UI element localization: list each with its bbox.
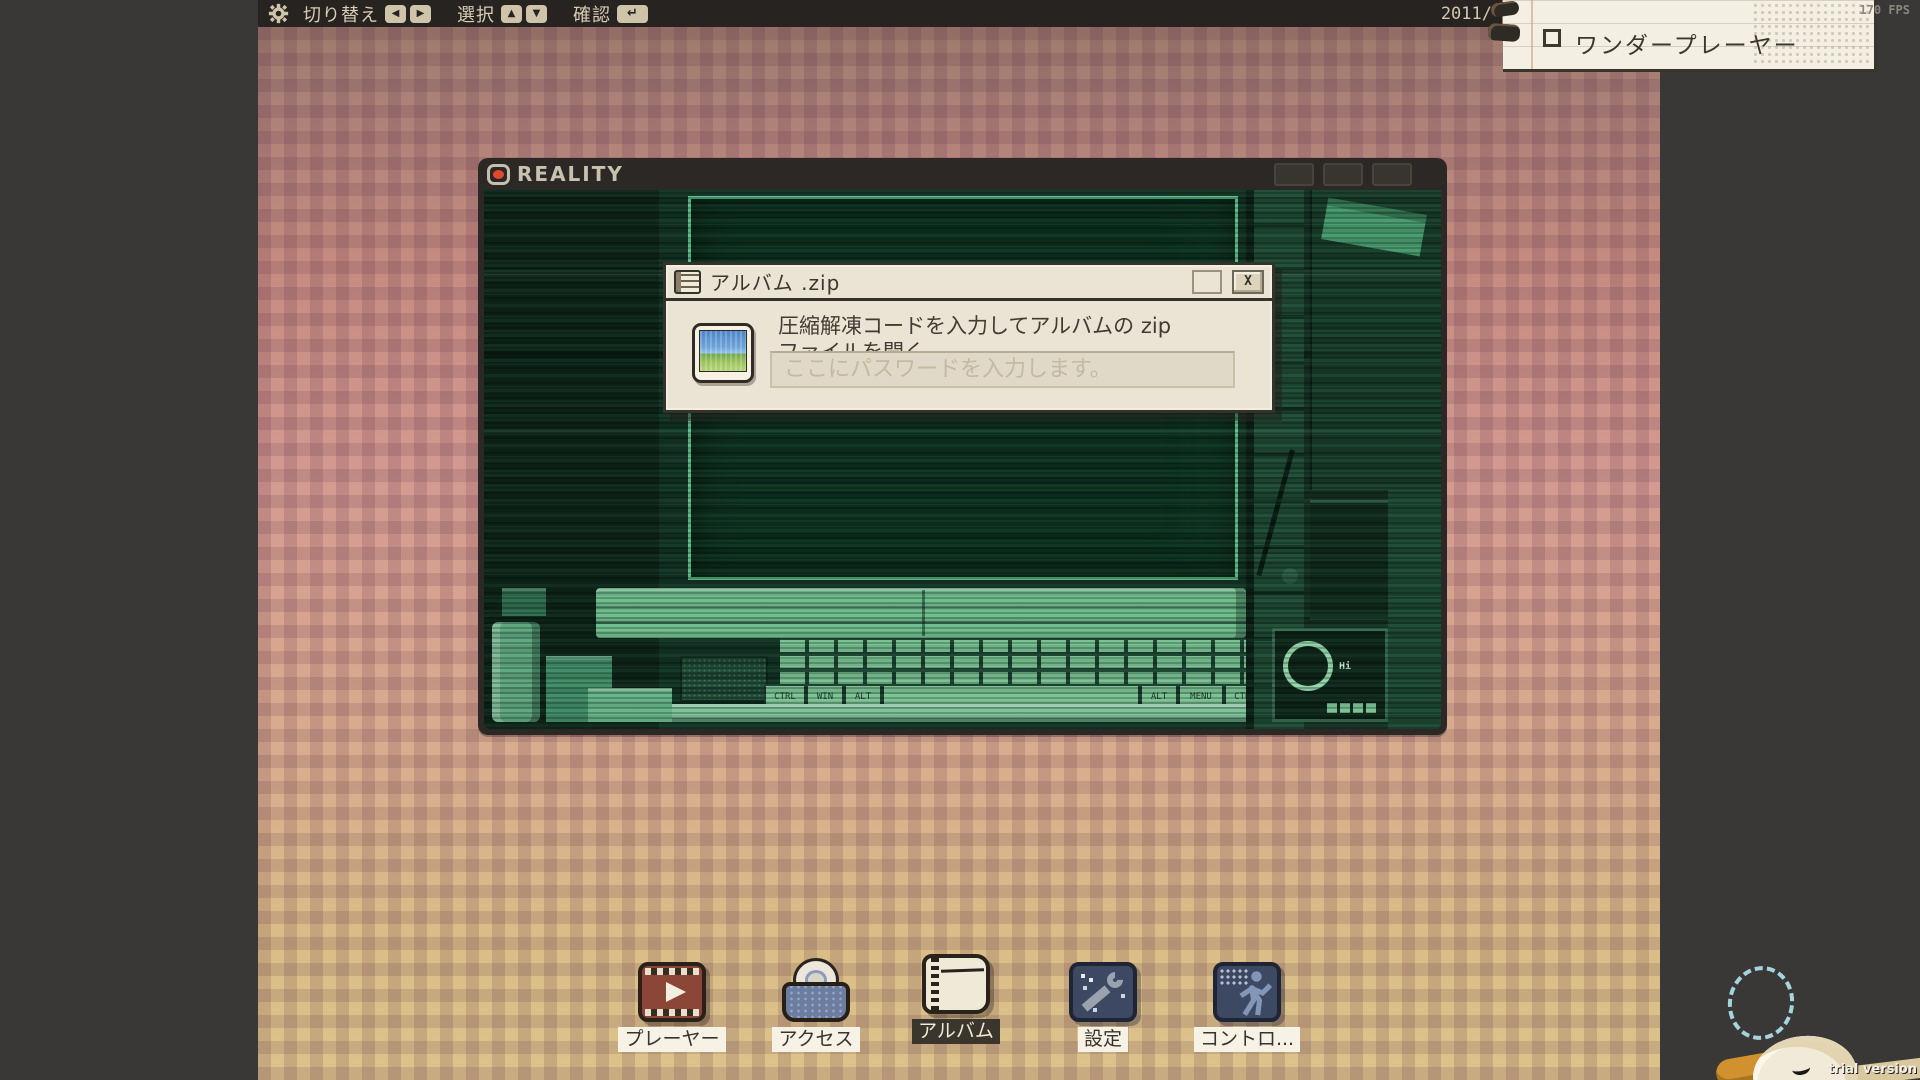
reality-window: REALITY CTRL WIN ALT (478, 158, 1447, 735)
device-label: Hi (1339, 661, 1351, 672)
picture-file-icon (692, 323, 754, 383)
icon-label-player: プレーヤー (618, 1027, 725, 1052)
date-text: 2011/ (1441, 4, 1492, 24)
keyboard (780, 638, 1250, 684)
cd-disc-icon (1283, 641, 1333, 691)
wonder-player-checkbox[interactable] (1543, 29, 1561, 47)
cylinder-speaker (492, 622, 540, 722)
desktop-icon-control[interactable]: コントロ... (1172, 962, 1322, 1052)
desktop-icon-player[interactable]: プレーヤー (597, 962, 747, 1052)
device-button (1340, 703, 1350, 713)
equipment-box (588, 688, 672, 722)
icon-label-settings: 設定 (1078, 1027, 1128, 1052)
runner-glyph (1237, 968, 1273, 1018)
enter-key-button[interactable]: ↵ (617, 5, 648, 23)
right-arrow-button[interactable]: ▶ (410, 5, 431, 23)
sparkle-dots (1081, 974, 1085, 978)
monitor-base-divider (922, 590, 925, 636)
dialog-titlebar[interactable]: アルバム .zip X (666, 265, 1272, 301)
left-arrow-button[interactable]: ◀ (385, 5, 406, 23)
wonder-player-label[interactable]: ワンダープレーヤー (1575, 26, 1799, 60)
device-button (1366, 703, 1376, 713)
wonder-player-panel: ワンダープレーヤー (1503, 0, 1877, 72)
trial-version-watermark: trial version (1828, 1062, 1917, 1077)
wrench-settings-icon (1069, 962, 1137, 1022)
bag-icon (782, 982, 850, 1022)
device-button (1327, 703, 1337, 713)
lamp-head (1282, 568, 1298, 584)
album-book-icon (922, 954, 990, 1014)
menu-switch-label: 切り替え (303, 1, 379, 27)
dialog-blank-button[interactable] (1192, 270, 1222, 294)
reality-titlebar[interactable]: REALITY (478, 158, 1447, 190)
reality-title: REALITY (517, 162, 624, 186)
glitch-line (484, 430, 1441, 433)
disc-bag-icon (782, 962, 850, 1022)
icon-label-album: アルバム (912, 1019, 1000, 1044)
floppy-box (502, 588, 546, 616)
glitch-line (688, 520, 1238, 524)
window-buttons (1274, 163, 1412, 186)
dialog-close-button[interactable]: X (1232, 270, 1264, 294)
film-player-icon (638, 962, 706, 1022)
device-button (1353, 703, 1363, 713)
trackpad (680, 656, 768, 702)
window-button-3[interactable] (1372, 163, 1412, 186)
icon-label-control: コントロ... (1194, 1027, 1300, 1052)
record-icon (487, 164, 510, 185)
running-person-icon (1213, 962, 1281, 1022)
dialog-body: 圧縮解凍コードを入力してアルバムの zip ファイルを開く (666, 301, 1272, 410)
menu-bar: 切り替え ◀ ▶ 選択 ▲ ▼ 確認 ↵ 2011/ (258, 0, 1502, 27)
gear-icon[interactable] (268, 3, 289, 24)
desktop-icon-album[interactable]: アルバム (881, 954, 1031, 1044)
window-button-2[interactable] (1323, 163, 1363, 186)
desktop-icon-access[interactable]: アクセス (741, 962, 891, 1052)
landscape-thumbnail (699, 330, 747, 372)
shelf-column-right (1388, 490, 1441, 729)
device-buttons (1327, 703, 1376, 713)
zip-file-icon (674, 270, 701, 294)
game-screen: 切り替え ◀ ▶ 選択 ▲ ▼ 確認 ↵ 2011/ REALITY (0, 0, 1920, 1080)
window-button-1[interactable] (1274, 163, 1314, 186)
fps-counter: 170 FPS (1859, 3, 1910, 17)
album-zip-dialog: アルバム .zip X 圧縮解凍コードを入力してアルバムの zip ファイルを開… (663, 262, 1275, 413)
menu-select-label: 選択 (457, 1, 495, 27)
torn-pin (1487, 23, 1520, 42)
up-arrow-button[interactable]: ▲ (501, 5, 522, 23)
dashed-bubble-icon (1722, 961, 1800, 1045)
password-input[interactable] (770, 351, 1235, 388)
monitor-base (596, 588, 1246, 638)
down-arrow-button[interactable]: ▼ (526, 5, 547, 23)
game-viewport: 切り替え ◀ ▶ 選択 ▲ ▼ 確認 ↵ 2011/ REALITY (258, 0, 1660, 1080)
dialog-message-line1: 圧縮解凍コードを入力してアルバムの zip (778, 313, 1256, 339)
torn-pin (1490, 0, 1520, 18)
desktop-icon-settings[interactable]: 設定 (1028, 962, 1178, 1052)
icon-label-access: アクセス (772, 1027, 859, 1052)
cd-player-device: Hi (1272, 628, 1388, 722)
wrench-handle (1082, 985, 1111, 1011)
dialog-title: アルバム .zip (710, 267, 840, 296)
menu-confirm-label: 確認 (573, 1, 611, 27)
play-icon (666, 982, 686, 1002)
